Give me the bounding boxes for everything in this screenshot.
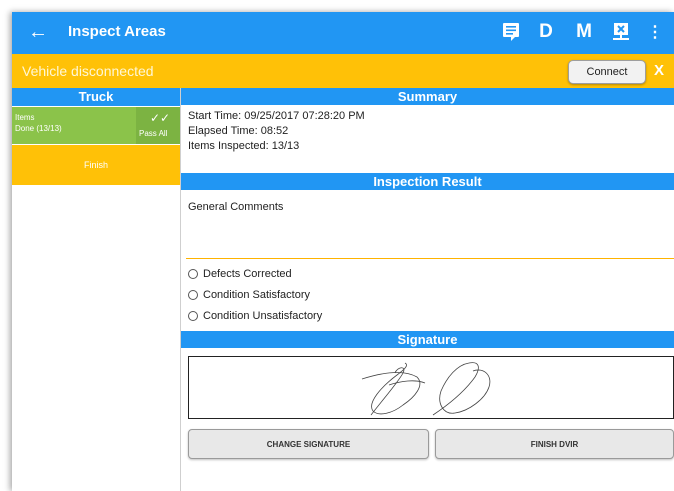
condition-satisfactory-radio[interactable]: Condition Satisfactory — [188, 289, 310, 301]
device-icon[interactable] — [610, 19, 632, 45]
page-title: Inspect Areas — [68, 23, 166, 40]
truck-header: Truck — [12, 88, 180, 106]
radio-circle — [188, 311, 198, 321]
app-bar: ← Inspect Areas D M ⋮ — [12, 12, 674, 54]
start-time: Start Time: 09/25/2017 07:28:20 PM — [188, 110, 365, 122]
radio-label: Condition Satisfactory — [203, 289, 310, 301]
change-signature-button[interactable]: CHANGE SIGNATURE — [188, 429, 429, 459]
connection-banner: Vehicle disconnected Connect X — [12, 54, 674, 88]
app-window: ← Inspect Areas D M ⋮ Vehicle disconnect… — [12, 12, 674, 491]
defects-corrected-radio[interactable]: Defects Corrected — [188, 268, 292, 280]
finish-button[interactable]: Finish — [12, 145, 180, 185]
radio-circle — [188, 269, 198, 279]
connect-button[interactable]: Connect — [568, 60, 646, 84]
items-label: Items — [15, 113, 35, 122]
elapsed-time: Elapsed Time: 08:52 — [188, 125, 289, 137]
inspection-result-header: Inspection Result — [181, 173, 674, 190]
pass-all-button[interactable]: ✓✓ Pass All — [136, 107, 180, 144]
items-status: Done (13/13) — [15, 124, 62, 133]
d-button[interactable]: D — [535, 19, 557, 45]
more-menu-icon[interactable]: ⋮ — [647, 19, 663, 45]
message-icon[interactable] — [500, 19, 522, 45]
back-arrow-icon[interactable]: ← — [28, 20, 48, 44]
radio-label: Defects Corrected — [203, 268, 292, 280]
signature-header: Signature — [181, 331, 674, 348]
pass-all-label: Pass All — [139, 129, 168, 138]
summary-header: Summary — [181, 88, 674, 105]
items-category[interactable]: Items Done (13/13) — [12, 107, 136, 144]
details-panel: Summary Start Time: 09/25/2017 07:28:20 … — [181, 88, 674, 491]
radio-circle — [188, 290, 198, 300]
general-comments-label: General Comments — [188, 201, 284, 213]
signature-pad[interactable] — [188, 356, 674, 419]
items-inspected: Items Inspected: 13/13 — [188, 140, 300, 152]
banner-message: Vehicle disconnected — [22, 63, 154, 79]
items-row: Items Done (13/13) ✓✓ Pass All — [12, 107, 180, 144]
finish-dvir-button[interactable]: FINISH DVIR — [435, 429, 674, 459]
double-check-icon: ✓✓ — [150, 111, 171, 125]
condition-unsatisfactory-radio[interactable]: Condition Unsatisfactory — [188, 310, 322, 322]
signature-drawing — [361, 362, 491, 416]
close-banner-button[interactable]: X — [654, 62, 664, 79]
truck-panel: Truck Items Done (13/13) ✓✓ Pass All Fin… — [12, 88, 181, 491]
m-button[interactable]: M — [572, 19, 596, 45]
radio-label: Condition Unsatisfactory — [203, 310, 323, 322]
